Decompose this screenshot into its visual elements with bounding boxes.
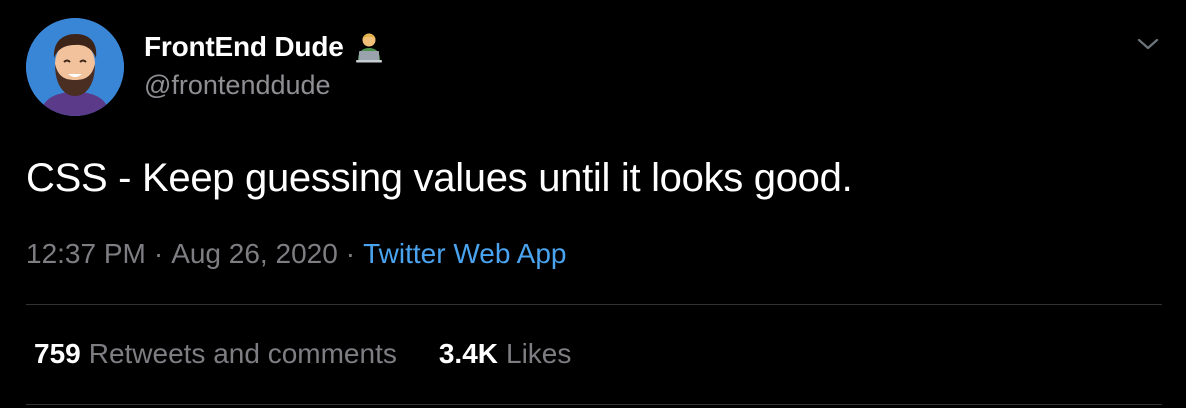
meta-separator: · xyxy=(153,238,164,269)
likes-label: Likes xyxy=(506,338,572,369)
divider xyxy=(26,404,1162,405)
chevron-down-icon[interactable] xyxy=(1134,34,1162,54)
author-display-name[interactable]: FrontEnd Dude xyxy=(144,31,344,63)
meta-separator: · xyxy=(345,238,356,269)
tweet-stats: 759 Retweets and comments 3.4K Likes xyxy=(34,338,571,370)
retweets-stat[interactable]: 759 Retweets and comments xyxy=(34,338,397,370)
tweet-time[interactable]: 12:37 PM xyxy=(26,238,146,270)
tweet-card: FrontEnd Dude @frontenddude CSS - Keep g… xyxy=(0,0,1186,408)
avatar[interactable] xyxy=(26,18,124,116)
likes-count: 3.4K xyxy=(438,338,499,369)
tweet-text: CSS - Keep guessing values until it look… xyxy=(26,156,853,200)
divider xyxy=(26,304,1162,305)
retweets-count: 759 xyxy=(34,338,81,369)
likes-stat[interactable]: 3.4K Likes xyxy=(439,338,572,370)
man-technologist-icon xyxy=(355,33,382,63)
author-name-row: FrontEnd Dude xyxy=(144,30,386,64)
tweet-meta: 12:37 PM · Aug 26, 2020 · Twitter Web Ap… xyxy=(26,238,566,270)
retweets-label: Retweets and comments xyxy=(88,338,397,369)
tweet-date[interactable]: Aug 26, 2020 xyxy=(171,238,338,270)
author-handle[interactable]: @frontenddude xyxy=(144,70,331,101)
tweet-source-link[interactable]: Twitter Web App xyxy=(363,238,566,270)
